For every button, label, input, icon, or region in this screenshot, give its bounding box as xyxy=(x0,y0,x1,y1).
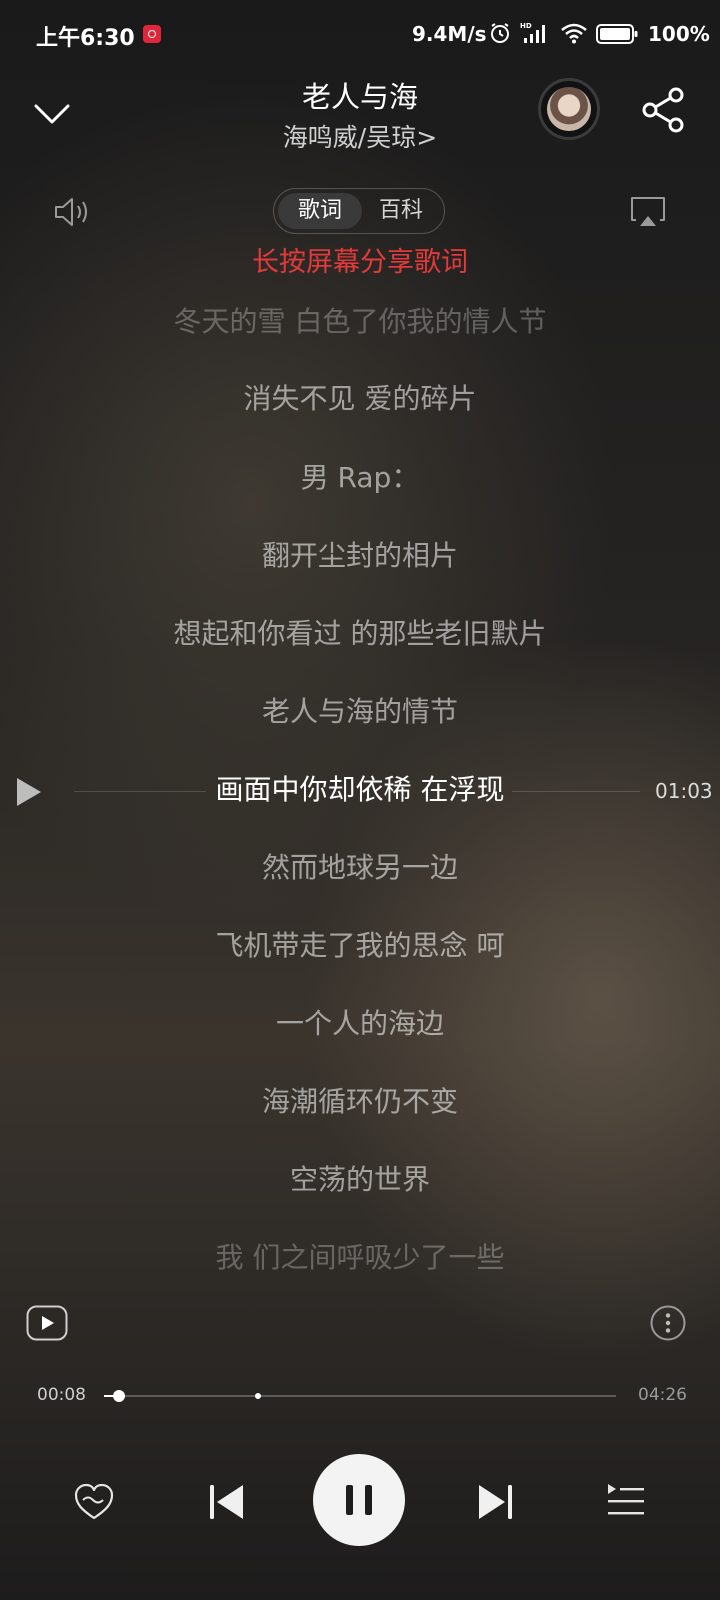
app-notification-icon xyxy=(143,25,161,43)
lyric-line[interactable]: 然而地球另一边 xyxy=(0,846,720,886)
video-play-icon[interactable] xyxy=(26,1305,68,1341)
player-header: 老人与海 海鸣威/吴琼> xyxy=(0,66,720,176)
tab-lyrics[interactable]: 歌词 xyxy=(278,193,362,229)
buffer-marker xyxy=(254,1393,261,1399)
tab-wiki[interactable]: 百科 xyxy=(362,193,440,229)
svg-text:HD: HD xyxy=(520,22,532,30)
artist-name: 海鸣威/吴琼 xyxy=(282,123,417,152)
lyric-line[interactable]: 海潮循环仍不变 xyxy=(0,1080,720,1120)
lyric-line[interactable]: 我 们之间呼吸少了一些 xyxy=(0,1236,720,1276)
lyric-line[interactable]: 冬天的雪 白色了你我的情人节 xyxy=(0,300,720,340)
total-time: 04:26 xyxy=(638,1385,687,1405)
seek-line-time: 01:03 xyxy=(655,779,713,803)
avatar[interactable] xyxy=(538,78,600,140)
network-speed: 9.4M/s xyxy=(412,22,487,46)
lyric-line[interactable]: 消失不见 爱的碎片 xyxy=(0,377,720,417)
chevron-down-icon[interactable] xyxy=(30,92,74,136)
heart-icon[interactable] xyxy=(72,1480,116,1524)
battery-percent: 100% xyxy=(648,22,710,46)
pause-button[interactable] xyxy=(313,1454,405,1546)
wifi-icon xyxy=(561,23,587,44)
artist-link[interactable]: 海鸣威/吴琼> xyxy=(160,118,560,154)
hd-signal-icon: HD xyxy=(520,22,545,43)
lyric-line[interactable]: 翻开尘封的相片 xyxy=(0,534,720,574)
volume-icon[interactable] xyxy=(52,192,92,232)
lyric-line[interactable]: 老人与海的情节 xyxy=(0,690,720,730)
current-time: 00:08 xyxy=(37,1385,86,1405)
more-options-icon[interactable] xyxy=(650,1305,686,1341)
status-time: 上午6:30 xyxy=(36,26,135,51)
view-tabs: 歌词 百科 xyxy=(273,188,445,234)
lyric-line[interactable]: 想起和你看过 的那些老旧默片 xyxy=(0,612,720,652)
lyric-line[interactable]: 一个人的海边 xyxy=(0,1002,720,1042)
chevron-right-icon: > xyxy=(416,123,438,152)
share-lyrics-hint: 长按屏幕分享歌词 xyxy=(252,247,468,278)
avatar-image xyxy=(547,87,591,131)
share-icon[interactable] xyxy=(640,86,688,134)
lyric-line[interactable]: 飞机带走了我的思念 呵 xyxy=(0,924,720,964)
pause-icon xyxy=(346,1485,372,1515)
battery-icon xyxy=(596,24,638,44)
song-title: 老人与海 xyxy=(301,80,418,114)
lyric-line[interactable]: 男 Rap： xyxy=(0,456,720,496)
alarm-icon xyxy=(491,23,509,43)
next-icon[interactable] xyxy=(475,1480,515,1524)
playlist-icon[interactable] xyxy=(605,1480,647,1522)
cast-icon[interactable] xyxy=(628,194,668,230)
progress-slider[interactable] xyxy=(104,1390,616,1402)
lyric-line[interactable]: 空荡的世界 xyxy=(0,1158,720,1198)
previous-icon[interactable] xyxy=(207,1480,247,1524)
status-bar: 上午6:30 9.4M/s HD 100% xyxy=(0,0,720,66)
current-lyric-line[interactable]: 画面中你却依稀 在浮现 xyxy=(0,768,720,808)
